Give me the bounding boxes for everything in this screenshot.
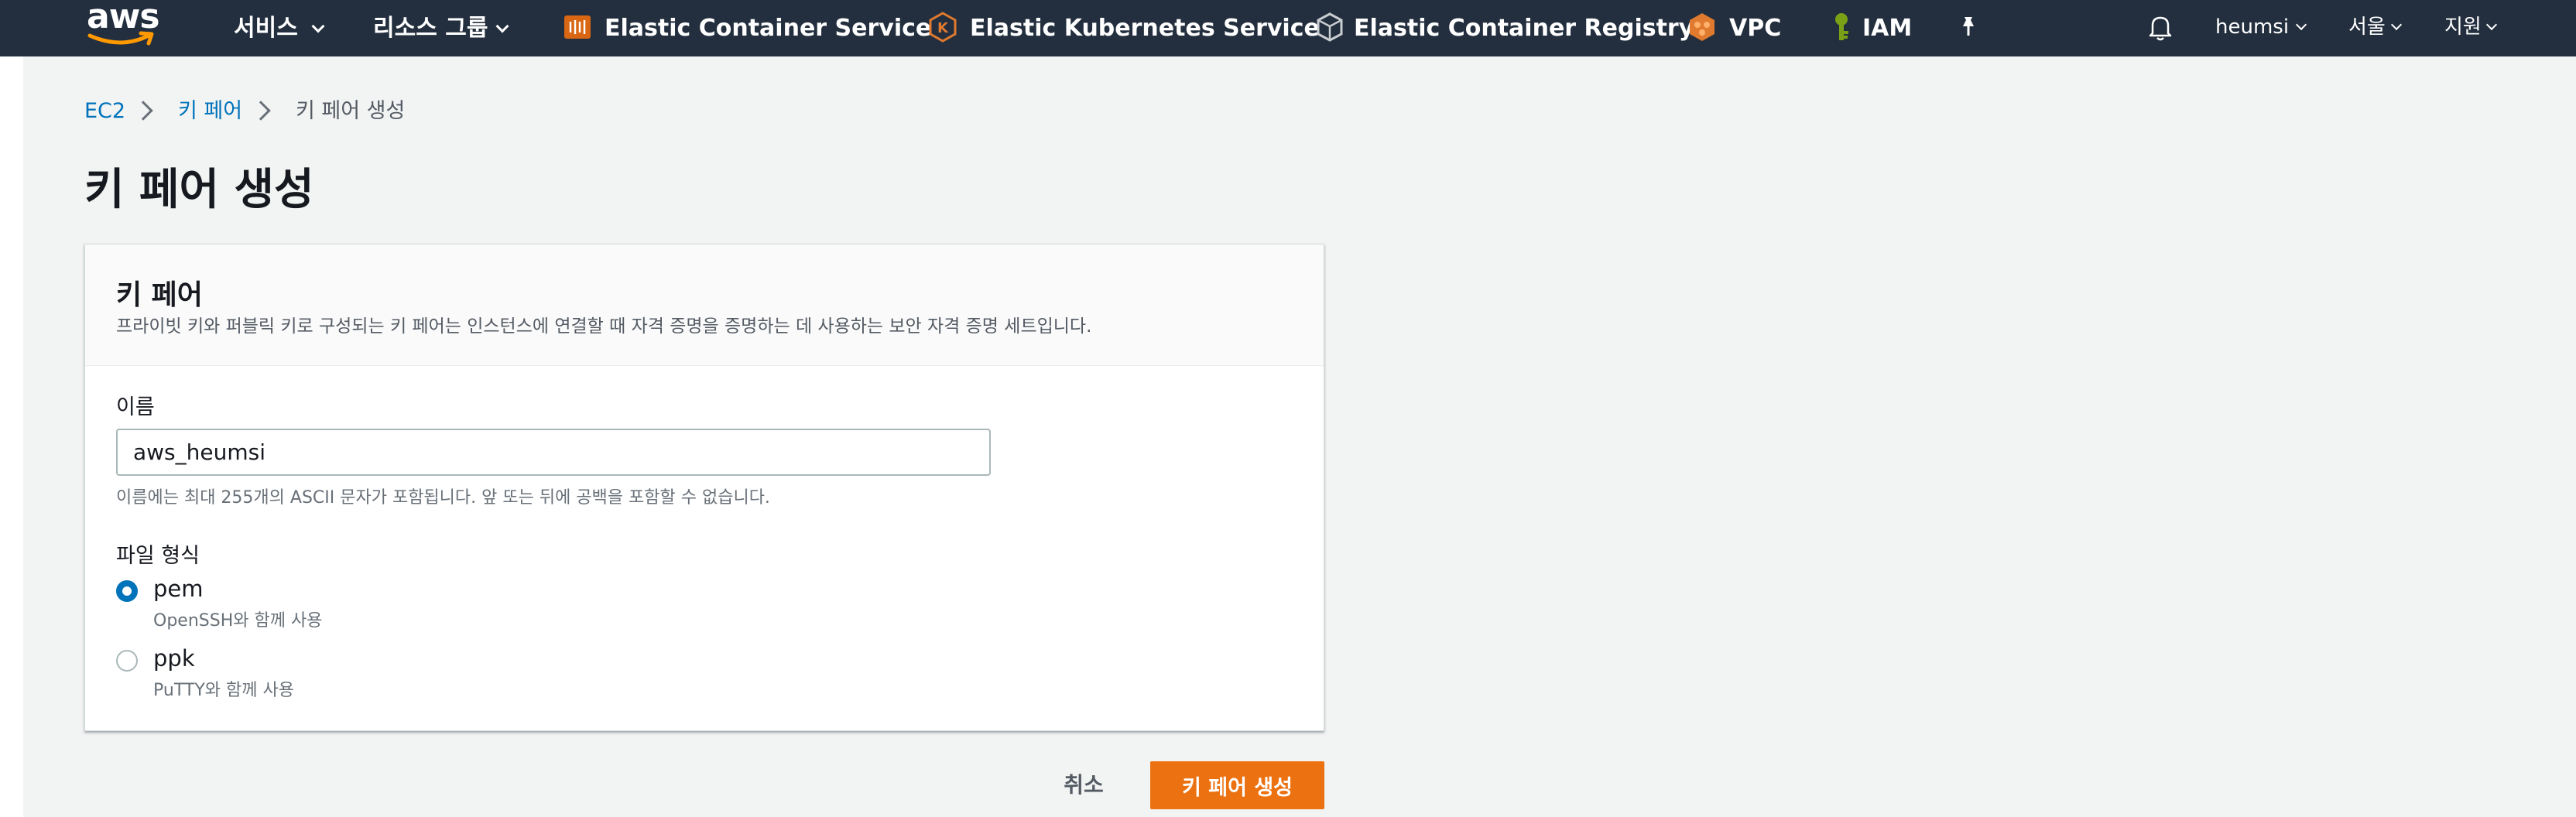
region-menu[interactable]: 서울 bbox=[2347, 0, 2409, 56]
breadcrumb-ec2[interactable]: EC2 bbox=[84, 96, 125, 127]
ppk-description: PuTTY와 함께 사용 bbox=[153, 681, 294, 700]
panel-header: 키 페어 프라이빗 키와 퍼블릭 키로 구성되는 키 페어는 인스턴스에 연결할… bbox=[85, 244, 1324, 366]
chevron-down-icon bbox=[2485, 19, 2498, 31]
key-pair-form-panel: 키 페어 프라이빗 키와 퍼블릭 키로 구성되는 키 페어는 인스턴스에 연결할… bbox=[84, 244, 1324, 731]
pin-icon bbox=[1963, 17, 1974, 36]
cancel-button[interactable]: 취소 bbox=[1037, 760, 1130, 808]
pinned-service-vpc[interactable]: VPC bbox=[1686, 0, 1786, 56]
vpc-icon bbox=[1690, 13, 1714, 41]
eks-icon: K bbox=[929, 12, 957, 43]
pin-services-button[interactable] bbox=[1952, 11, 1985, 43]
create-key-pair-button[interactable]: 키 페어 생성 bbox=[1150, 761, 1324, 809]
page-title: 키 페어 생성 bbox=[84, 165, 314, 215]
breadcrumb-current: 키 페어 생성 bbox=[296, 99, 406, 123]
pinned-service-ecs[interactable]: Elastic Container Service bbox=[561, 0, 931, 56]
key-pair-name-input[interactable] bbox=[116, 429, 991, 476]
panel-description: 프라이빗 키와 퍼블릭 키로 구성되는 키 페어는 인스턴스에 연결할 때 자격… bbox=[116, 316, 1092, 337]
top-navigation-bar: aws 서비스 리소스 그룹 Elastic Container Service… bbox=[0, 0, 2576, 56]
ppk-radio[interactable] bbox=[116, 650, 138, 672]
support-menu[interactable]: 지원 bbox=[2443, 0, 2505, 56]
name-hint: 이름에는 최대 255개의 ASCII 문자가 포함됩니다. 앞 또는 뒤에 공… bbox=[116, 488, 770, 508]
chevron-down-icon bbox=[2295, 19, 2307, 31]
ecr-icon bbox=[1317, 12, 1343, 42]
bell-icon bbox=[2149, 16, 2172, 41]
panel-title: 키 페어 bbox=[116, 279, 203, 311]
iam-icon bbox=[1835, 13, 1848, 40]
ppk-label: ppk bbox=[153, 645, 195, 672]
chevron-down-icon bbox=[2390, 19, 2403, 31]
services-menu[interactable]: 서비스 bbox=[232, 0, 334, 56]
pinned-service-eks[interactable]: K Elastic Kubernetes Service bbox=[927, 0, 1320, 56]
pem-description: OpenSSH와 함께 사용 bbox=[153, 611, 323, 631]
chevron-down-icon bbox=[495, 19, 509, 33]
file-format-label: 파일 형식 bbox=[116, 544, 200, 568]
account-menu[interactable]: heumsi bbox=[2214, 0, 2314, 56]
pem-radio[interactable] bbox=[116, 580, 138, 602]
pinned-service-ecr[interactable]: Elastic Container Registry bbox=[1314, 0, 1694, 56]
pinned-service-iam[interactable]: IAM bbox=[1825, 0, 1918, 56]
breadcrumb-key-pairs[interactable]: 키 페어 bbox=[178, 96, 242, 127]
notifications-button[interactable] bbox=[2144, 11, 2177, 43]
ecs-icon bbox=[564, 15, 591, 39]
pem-label: pem bbox=[153, 576, 204, 602]
name-label: 이름 bbox=[116, 395, 155, 419]
resource-groups-menu[interactable]: 리소스 그룹 bbox=[372, 0, 519, 56]
chevron-down-icon bbox=[311, 19, 325, 33]
aws-logo[interactable]: aws bbox=[77, 0, 163, 56]
svg-text:K: K bbox=[937, 20, 949, 36]
aws-smile-icon bbox=[87, 31, 154, 46]
